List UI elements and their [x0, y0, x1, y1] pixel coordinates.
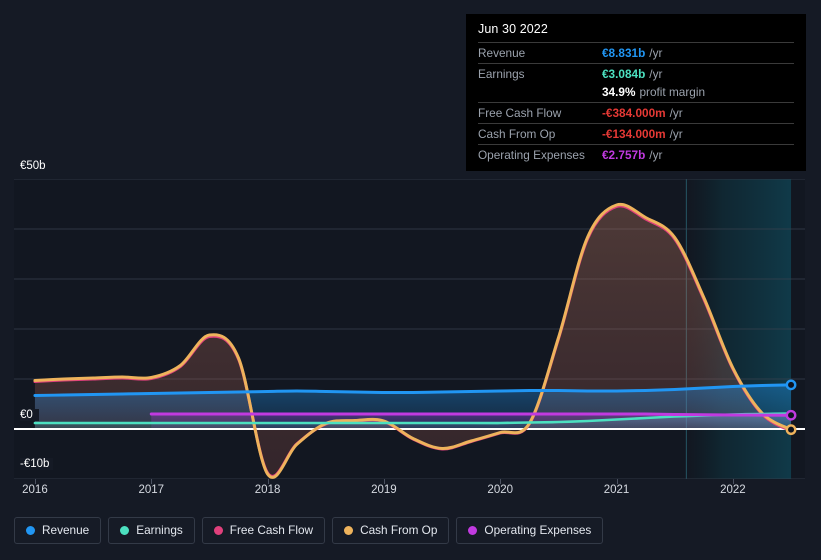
legend-item-operating-expenses[interactable]: Operating Expenses	[456, 517, 604, 544]
tooltip-label-cash-from-op: Cash From Op	[478, 127, 556, 141]
legend-label: Revenue	[42, 523, 90, 537]
legend-item-revenue[interactable]: Revenue	[14, 517, 102, 544]
x-axis-label-2016: 2016	[22, 484, 48, 496]
legend-label: Earnings	[136, 523, 183, 537]
tooltip-value-free-cash-flow: -€384.000m	[602, 106, 666, 120]
x-axis-label-2017: 2017	[138, 484, 165, 496]
legend-label: Free Cash Flow	[229, 523, 314, 537]
tooltip-label-earnings: Earnings	[478, 67, 525, 81]
legend-item-cash-from-op[interactable]: Cash From Op	[332, 517, 450, 544]
tooltip-value-earnings: €3.084b	[602, 67, 646, 81]
tooltip-value-cash-from-op: -€134.000m	[602, 127, 666, 141]
x-axis-label-2019: 2019	[371, 484, 397, 496]
legend-color-dot-icon	[468, 526, 478, 535]
tooltip-unit-profit-margin: profit margin	[639, 85, 706, 99]
y-axis-label-50b: €50b	[20, 160, 50, 172]
legend-color-dot-icon	[120, 526, 130, 535]
endpoint-dot-operating-expenses	[785, 409, 797, 421]
legend-label: Operating Expenses	[484, 523, 592, 537]
x-axis-label-2022: 2022	[720, 484, 746, 496]
legend-color-dot-icon	[213, 526, 223, 535]
y-axis-label-neg10b: -€10b	[20, 458, 54, 470]
tooltip-label-revenue: Revenue	[478, 46, 526, 60]
legend-item-earnings[interactable]: Earnings	[108, 517, 195, 544]
x-axis-label-2018: 2018	[254, 484, 281, 496]
tooltip-value-revenue: €8.831b	[602, 46, 646, 60]
endpoint-dot-cash-from-op	[785, 424, 797, 436]
tooltip-unit-revenue: /yr	[649, 46, 663, 60]
tooltip-row-profit-margin: 34.9% profit margin	[478, 84, 794, 102]
x-axis-label-2020: 2020	[487, 484, 514, 496]
tooltip-row-cash-from-op: Cash From Op -€134.000m /yr	[478, 123, 794, 144]
tooltip-unit-earnings: /yr	[649, 67, 663, 81]
plot-area[interactable]	[14, 179, 805, 479]
plot-svg	[14, 179, 805, 479]
y-axis-label-0: €0	[20, 409, 39, 421]
data-tooltip: Jun 30 2022 Revenue €8.831b /yr Earnings…	[466, 14, 806, 171]
legend-color-dot-icon	[26, 526, 35, 535]
x-axis-label-2021: 2021	[603, 484, 630, 496]
chart-legend[interactable]: Revenue Earnings Free Cash Flow Cash From O…	[14, 517, 604, 544]
legend-label: Cash From Op	[360, 523, 438, 537]
endpoint-dot-revenue	[785, 379, 797, 391]
tooltip-label-free-cash-flow: Free Cash Flow	[478, 106, 562, 120]
tooltip-row-earnings: Earnings €3.084b /yr	[478, 63, 794, 84]
tooltip-row-free-cash-flow: Free Cash Flow -€384.000m /yr	[478, 102, 794, 123]
tooltip-date: Jun 30 2022	[478, 22, 548, 36]
financial-chart[interactable]	[0, 150, 821, 510]
tooltip-value-profit-margin: 34.9%	[602, 85, 636, 99]
legend-item-free-cash-flow[interactable]: Free Cash Flow	[201, 517, 326, 544]
tooltip-row-revenue: Revenue €8.831b /yr	[478, 42, 794, 63]
tooltip-unit-free-cash-flow: /yr	[669, 106, 683, 120]
tooltip-unit-cash-from-op: /yr	[669, 127, 683, 141]
legend-color-dot-icon	[344, 526, 354, 535]
